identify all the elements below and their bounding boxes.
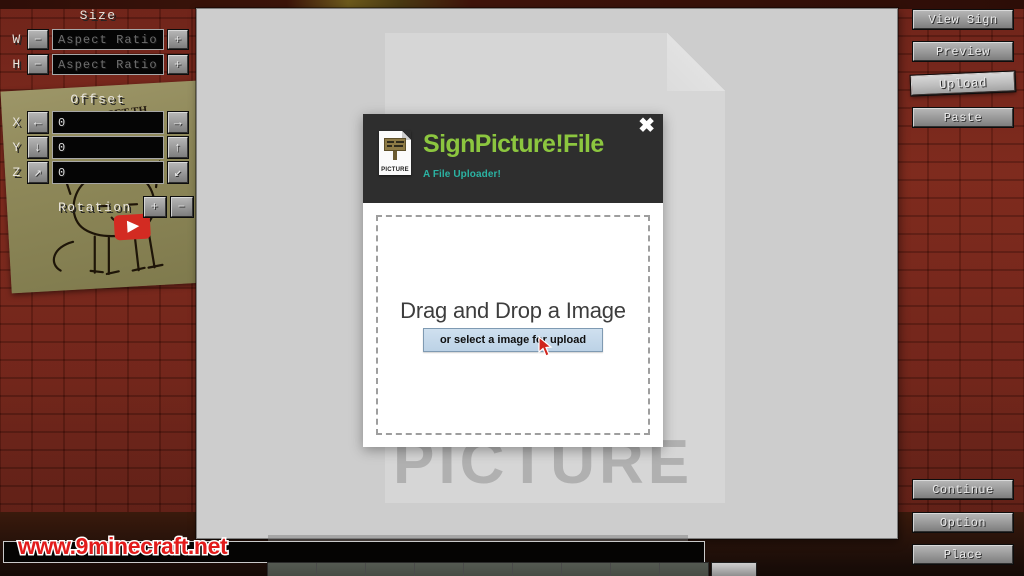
offset-x-input[interactable]: 0 bbox=[52, 111, 164, 134]
upload-dialog-subtitle: A File Uploader! bbox=[423, 169, 501, 180]
offset-row-y: Y ↓ 0 ↑ bbox=[10, 136, 189, 159]
hotbar-slot[interactable] bbox=[317, 563, 366, 576]
mouse-cursor bbox=[538, 336, 553, 357]
arrow-left-icon[interactable]: ← bbox=[27, 111, 49, 134]
file-icon-caption: PICTURE bbox=[381, 167, 409, 173]
offset-panel: Offset X ← 0 → Y ↓ 0 ↑ Z ↗ 0 ↙ bbox=[0, 92, 196, 184]
file-icon-sign-board bbox=[384, 138, 406, 151]
offset-z-input[interactable]: 0 bbox=[52, 161, 164, 184]
paste-button[interactable]: Paste bbox=[912, 107, 1014, 128]
arrow-up-icon[interactable]: ↑ bbox=[167, 136, 189, 159]
hotbar-slot[interactable] bbox=[415, 563, 464, 576]
offset-row-z: Z ↗ 0 ↙ bbox=[10, 161, 189, 184]
hotbar-slot[interactable] bbox=[366, 563, 415, 576]
rotation-decrement-button[interactable]: − bbox=[169, 196, 194, 218]
rotation-increment-button[interactable]: + bbox=[142, 196, 167, 218]
upload-dialog: ✖ PICTURE SignPicture!File A File Upload… bbox=[363, 114, 663, 447]
size-row-h-axis-label: H bbox=[12, 57, 22, 72]
size-h-input[interactable]: Aspect Ratio bbox=[52, 54, 164, 75]
hotbar-offhand-slot[interactable] bbox=[711, 562, 757, 576]
size-h-decrement-button[interactable]: − bbox=[27, 54, 49, 75]
option-button[interactable]: Option bbox=[912, 512, 1014, 533]
chat-history-strip bbox=[268, 535, 688, 542]
file-dropzone[interactable]: Drag and Drop a Image or select a image … bbox=[376, 215, 650, 435]
size-row-w: W − Aspect Ratio + bbox=[10, 29, 189, 50]
arrow-down-left-icon[interactable]: ↙ bbox=[167, 161, 189, 184]
hotbar[interactable] bbox=[267, 562, 709, 576]
hotbar-slot[interactable] bbox=[513, 563, 562, 576]
size-panel-title: Size bbox=[79, 8, 117, 23]
offset-panel-title: Offset bbox=[70, 92, 126, 107]
upload-dialog-title-block: SignPicture!File A File Uploader! bbox=[423, 130, 604, 181]
upload-dialog-title: SignPicture!File bbox=[423, 130, 604, 158]
upload-dialog-header: ✖ PICTURE SignPicture!File A File Upload… bbox=[363, 114, 663, 203]
hotbar-slot[interactable] bbox=[660, 563, 708, 576]
rotation-panel: Rotation + − bbox=[58, 196, 194, 218]
site-watermark: www.9minecraft.net bbox=[16, 532, 229, 561]
offset-row-x: X ← 0 → bbox=[10, 111, 189, 134]
dropzone-heading: Drag and Drop a Image bbox=[400, 298, 626, 323]
offset-y-input[interactable]: 0 bbox=[52, 136, 164, 159]
select-image-button[interactable]: or select a image for upload bbox=[422, 328, 604, 352]
size-w-increment-button[interactable]: + bbox=[167, 29, 189, 50]
size-w-decrement-button[interactable]: − bbox=[27, 29, 49, 50]
offset-row-y-axis-label: Y bbox=[12, 140, 22, 155]
offset-row-x-axis-label: X bbox=[12, 115, 22, 130]
close-icon[interactable]: ✖ bbox=[638, 116, 655, 136]
size-w-input[interactable]: Aspect Ratio bbox=[52, 29, 164, 50]
hotbar-slot[interactable] bbox=[611, 563, 660, 576]
preview-button[interactable]: Preview bbox=[912, 41, 1014, 62]
hotbar-slot[interactable] bbox=[268, 563, 317, 576]
arrow-down-icon[interactable]: ↓ bbox=[27, 136, 49, 159]
file-icon-sign-graphic bbox=[384, 138, 406, 160]
size-panel: Size W − Aspect Ratio + H − Aspect Ratio… bbox=[0, 8, 196, 75]
arrow-up-right-icon[interactable]: ↗ bbox=[27, 161, 49, 184]
rotation-panel-title: Rotation bbox=[58, 199, 132, 215]
arrow-right-icon[interactable]: → bbox=[167, 111, 189, 134]
size-row-w-axis-label: W bbox=[12, 32, 22, 47]
size-row-h: H − Aspect Ratio + bbox=[10, 54, 189, 75]
youtube-play-icon bbox=[113, 213, 151, 241]
place-button[interactable]: Place bbox=[912, 544, 1014, 565]
offset-row-z-axis-label: Z bbox=[12, 165, 22, 180]
file-icon-sign-post bbox=[393, 151, 397, 160]
continue-button[interactable]: Continue bbox=[912, 479, 1014, 500]
hotbar-slot[interactable] bbox=[562, 563, 611, 576]
size-h-increment-button[interactable]: + bbox=[167, 54, 189, 75]
hotbar-slot[interactable] bbox=[464, 563, 513, 576]
view-sign-button[interactable]: View Sign bbox=[912, 9, 1014, 30]
sign-picture-file-icon: PICTURE bbox=[379, 131, 411, 175]
file-upload-browser-window: PICTURE ✖ PICTURE SignPicture!File A Fil… bbox=[196, 8, 898, 539]
